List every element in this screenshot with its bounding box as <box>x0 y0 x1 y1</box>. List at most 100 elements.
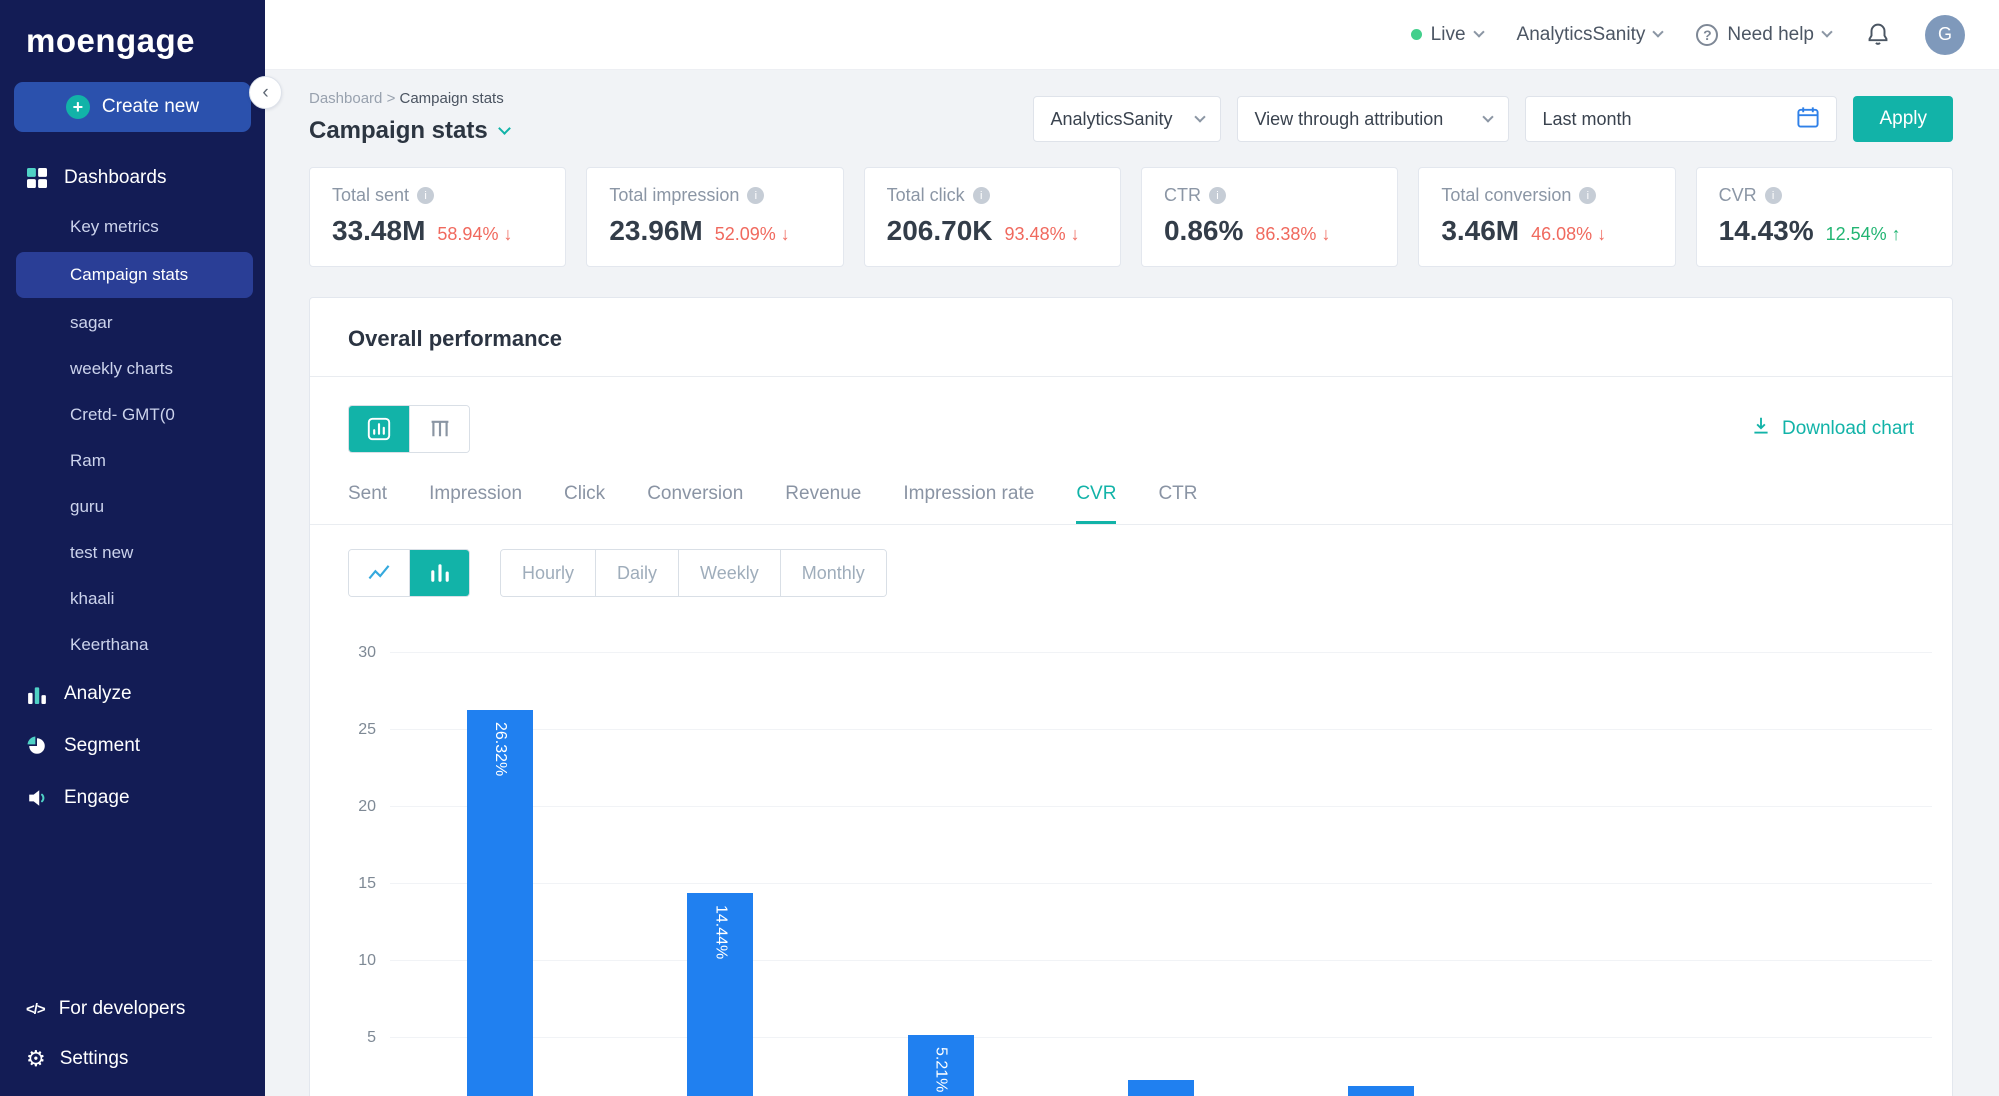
overall-performance-card: Overall performance <box>309 297 1953 1096</box>
workspace-select[interactable]: AnalyticsSanity <box>1033 96 1221 142</box>
need-help-label: Need help <box>1727 24 1814 46</box>
chart-type-toggle-group <box>348 549 470 597</box>
sidebar-item-analyze[interactable]: Analyze <box>0 668 265 720</box>
sidebar-item-ram[interactable]: Ram <box>0 438 265 484</box>
bar-push[interactable]: 14.44% <box>687 893 753 1096</box>
chart-view-button[interactable] <box>349 406 409 452</box>
sidebar-item-key-metrics[interactable]: Key metrics <box>0 204 265 250</box>
moengage-logo[interactable]: moengage <box>0 0 265 70</box>
download-chart-label: Download chart <box>1782 418 1914 440</box>
chevron-down-icon <box>498 122 511 135</box>
sidebar-item-cretd-gmt-0[interactable]: Cretd- GMT(0 <box>0 392 265 438</box>
sidebar-item-for-developers[interactable]: </> For developers <box>0 984 265 1034</box>
bar-value-label: 26.32% <box>491 710 509 776</box>
stat-card-cvr: CVRi14.43%12.54% ↑ <box>1696 167 1953 267</box>
breadcrumb-parent[interactable]: Dashboard <box>309 90 382 107</box>
line-chart-icon[interactable] <box>349 550 409 596</box>
segment-icon <box>26 736 48 756</box>
page-title[interactable]: Campaign stats <box>309 117 509 145</box>
info-icon[interactable]: i <box>1209 187 1226 204</box>
stat-card-total-impression: Total impressioni23.96M52.09% ↓ <box>586 167 843 267</box>
y-tick-label: 15 <box>358 875 376 893</box>
content-area: Dashboard > Campaign stats Campaign stat… <box>265 70 1999 1096</box>
stat-delta: 93.48% ↓ <box>1005 224 1080 245</box>
granularity-weekly[interactable]: Weekly <box>678 550 780 596</box>
sidebar-item-khaali[interactable]: khaali <box>0 576 265 622</box>
bar-inapp[interactable]: 26.32% <box>467 710 533 1096</box>
sidebar-item-guru[interactable]: guru <box>0 484 265 530</box>
sidebar-item-test-new[interactable]: test new <box>0 530 265 576</box>
granularity-hourly[interactable]: Hourly <box>501 550 595 596</box>
tab-sent[interactable]: Sent <box>348 483 387 524</box>
create-new-button[interactable]: + Create new <box>14 82 251 132</box>
granularity-monthly[interactable]: Monthly <box>780 550 886 596</box>
bar-column-email <box>1271 653 1491 1096</box>
y-tick-label: 30 <box>358 644 376 662</box>
bar-chart-icon[interactable] <box>409 550 469 596</box>
sidebar: moengage + Create new Dashboards Key met… <box>0 0 265 1096</box>
sidebar-item-campaign-stats[interactable]: Campaign stats <box>16 252 253 298</box>
granularity-daily[interactable]: Daily <box>595 550 678 596</box>
sidebar-item-keerthana[interactable]: Keerthana <box>0 622 265 668</box>
info-icon[interactable]: i <box>417 187 434 204</box>
sidebar-item-dashboards[interactable]: Dashboards <box>0 152 265 204</box>
info-icon[interactable]: i <box>973 187 990 204</box>
performance-title: Overall performance <box>348 326 1914 352</box>
workspace-dropdown[interactable]: AnalyticsSanity <box>1517 24 1663 46</box>
apply-button[interactable]: Apply <box>1853 96 1953 142</box>
y-tick-label: 25 <box>358 721 376 739</box>
date-range-picker[interactable]: Last month <box>1525 96 1837 142</box>
need-help-dropdown[interactable]: ? Need help <box>1696 24 1831 46</box>
segment-label: Segment <box>64 735 140 757</box>
sidebar-item-engage[interactable]: Engage <box>0 772 265 824</box>
title-block: Dashboard > Campaign stats Campaign stat… <box>309 90 509 145</box>
y-tick-label: 10 <box>358 952 376 970</box>
settings-label: Settings <box>60 1048 129 1070</box>
stat-card-total-sent: Total senti33.48M58.94% ↓ <box>309 167 566 267</box>
analyze-icon <box>26 684 48 704</box>
performance-header: Overall performance <box>310 298 1952 352</box>
stats-row: Total senti33.48M58.94% ↓Total impressio… <box>309 167 1953 267</box>
tab-ctr[interactable]: CTR <box>1158 483 1197 524</box>
chevron-down-icon <box>1653 26 1664 37</box>
plot-area: 26.32% 14.44% 5.21% <box>390 653 1932 1096</box>
user-avatar[interactable]: G <box>1925 15 1965 55</box>
attribution-select[interactable]: View through attribution <box>1237 96 1509 142</box>
sidebar-item-settings[interactable]: ⚙ Settings <box>0 1034 265 1096</box>
workspace-select-value: AnalyticsSanity <box>1050 109 1172 130</box>
stat-label: Total conversioni <box>1441 185 1652 206</box>
bar-email[interactable] <box>1348 1086 1414 1096</box>
tab-impression-rate[interactable]: Impression rate <box>903 483 1034 524</box>
bar-sms[interactable]: 5.21% <box>908 1035 974 1096</box>
download-chart-link[interactable]: Download chart <box>1750 415 1914 443</box>
sidebar-collapse-button[interactable]: ‹ <box>249 76 282 109</box>
live-status-dropdown[interactable]: Live <box>1411 24 1483 46</box>
stat-label: CTRi <box>1164 185 1375 206</box>
chevron-down-icon <box>1473 26 1484 37</box>
live-status-dot <box>1411 29 1422 40</box>
tab-impression[interactable]: Impression <box>429 483 522 524</box>
stat-card-total-click: Total clicki206.70K93.48% ↓ <box>864 167 1121 267</box>
code-icon: </> <box>26 1001 45 1018</box>
tab-conversion[interactable]: Conversion <box>647 483 743 524</box>
filter-bar: AnalyticsSanity View through attribution… <box>1033 96 1953 142</box>
bars-container: 26.32% 14.44% 5.21% <box>390 653 1932 1096</box>
stat-value-row: 33.48M58.94% ↓ <box>332 215 543 247</box>
dashboards-label: Dashboards <box>64 167 166 189</box>
table-view-button[interactable] <box>409 406 469 452</box>
breadcrumb-separator: > <box>387 90 396 107</box>
notifications-bell-icon[interactable] <box>1865 22 1891 48</box>
bar-cards[interactable] <box>1128 1080 1194 1096</box>
workspace-label: AnalyticsSanity <box>1517 24 1646 46</box>
bar-column-onsite <box>1491 653 1711 1096</box>
tab-cvr[interactable]: CVR <box>1076 483 1116 524</box>
info-icon[interactable]: i <box>1765 187 1782 204</box>
sidebar-item-segment[interactable]: Segment <box>0 720 265 772</box>
sidebar-item-weekly-charts[interactable]: weekly charts <box>0 346 265 392</box>
info-icon[interactable]: i <box>1579 187 1596 204</box>
tab-revenue[interactable]: Revenue <box>785 483 861 524</box>
tab-click[interactable]: Click <box>564 483 605 524</box>
sidebar-item-sagar[interactable]: sagar <box>0 300 265 346</box>
bar-column-web-personalization <box>1712 653 1932 1096</box>
info-icon[interactable]: i <box>747 187 764 204</box>
